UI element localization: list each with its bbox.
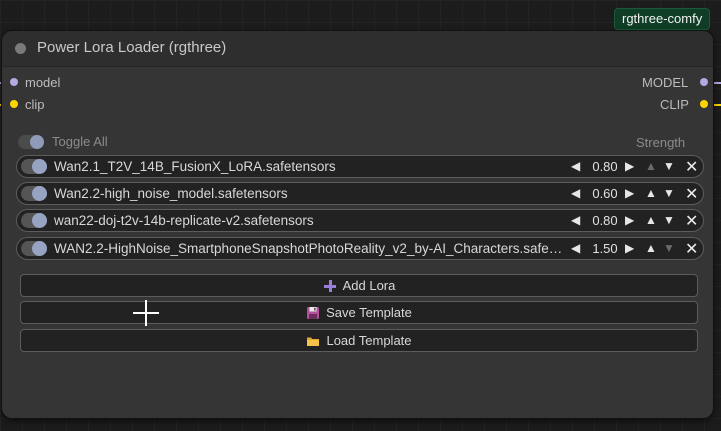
strength-value[interactable]: 0.80 — [589, 159, 621, 174]
move-down-icon[interactable]: ▼ — [663, 159, 675, 173]
lora-enable-toggle[interactable] — [21, 213, 47, 228]
lora-row[interactable]: wan22-doj-t2v-14b-replicate-v2.safetenso… — [16, 209, 704, 232]
move-up-icon[interactable]: ▲ — [645, 213, 657, 227]
crosshair-cursor-icon — [133, 300, 159, 326]
save-template-button[interactable]: Save Template — [20, 301, 698, 324]
lora-enable-toggle[interactable] — [21, 186, 47, 201]
move-down-icon[interactable]: ▼ — [663, 241, 675, 255]
lora-row[interactable]: Wan2.1_T2V_14B_FusionX_LoRA.safetensors … — [16, 155, 704, 178]
move-down-icon[interactable]: ▼ — [663, 186, 675, 200]
input-clip-dot[interactable] — [10, 100, 18, 108]
toggle-knob — [30, 135, 44, 149]
input-model-label: model — [25, 75, 61, 90]
remove-lora-icon[interactable]: ✕ — [685, 239, 698, 259]
lora-row[interactable]: Wan2.2-high_noise_model.safetensors ◀ 0.… — [16, 182, 704, 205]
lora-name[interactable]: Wan2.2-high_noise_model.safetensors — [54, 186, 566, 201]
strength-increment-icon[interactable]: ▶ — [625, 241, 634, 255]
add-lora-label: Add Lora — [342, 278, 396, 293]
output-model-label: MODEL — [642, 75, 689, 90]
power-lora-loader-node[interactable]: Power Lora Loader (rgthree) model clip M… — [2, 31, 713, 418]
floppy-disk-icon — [306, 306, 320, 320]
plus-icon — [323, 279, 337, 293]
toggle-all-label: Toggle All — [52, 134, 108, 149]
lora-name[interactable]: WAN2.2-HighNoise_SmartphoneSnapshotPhoto… — [54, 241, 566, 256]
toggle-knob — [32, 186, 47, 201]
add-lora-button[interactable]: Add Lora — [20, 274, 698, 297]
input-model-dot[interactable] — [10, 78, 18, 86]
strength-increment-icon[interactable]: ▶ — [625, 186, 634, 200]
strength-decrement-icon[interactable]: ◀ — [571, 213, 580, 227]
move-down-icon[interactable]: ▼ — [663, 213, 675, 227]
toggle-knob — [32, 213, 47, 228]
output-clip-label: CLIP — [660, 97, 689, 112]
node-badge: rgthree-comfy — [614, 8, 711, 30]
folder-icon — [306, 334, 320, 348]
node-title: Power Lora Loader (rgthree) — [37, 39, 227, 56]
move-up-icon[interactable]: ▲ — [645, 186, 657, 200]
remove-lora-icon[interactable]: ✕ — [685, 211, 698, 231]
strength-value[interactable]: 0.80 — [589, 213, 621, 228]
strength-decrement-icon[interactable]: ◀ — [571, 186, 580, 200]
remove-lora-icon[interactable]: ✕ — [685, 157, 698, 177]
collapse-dot-icon[interactable] — [15, 43, 26, 54]
toggle-all-switch[interactable] — [18, 135, 44, 149]
load-template-button[interactable]: Load Template — [20, 329, 698, 352]
strength-increment-icon[interactable]: ▶ — [625, 159, 634, 173]
toggle-knob — [32, 241, 47, 256]
load-template-label: Load Template — [326, 333, 412, 348]
node-header[interactable]: Power Lora Loader (rgthree) — [2, 31, 713, 67]
lora-name[interactable]: Wan2.1_T2V_14B_FusionX_LoRA.safetensors — [54, 159, 566, 174]
strength-increment-icon[interactable]: ▶ — [625, 213, 634, 227]
lora-enable-toggle[interactable] — [21, 241, 47, 256]
output-clip-dot[interactable] — [700, 100, 708, 108]
output-model-dot[interactable] — [700, 78, 708, 86]
lora-name[interactable]: wan22-doj-t2v-14b-replicate-v2.safetenso… — [54, 213, 566, 228]
input-clip-label: clip — [25, 97, 45, 112]
strength-decrement-icon[interactable]: ◀ — [571, 159, 580, 173]
toggle-knob — [32, 159, 47, 174]
lora-row[interactable]: WAN2.2-HighNoise_SmartphoneSnapshotPhoto… — [16, 237, 704, 260]
move-up-icon[interactable]: ▲ — [645, 159, 657, 173]
strength-decrement-icon[interactable]: ◀ — [571, 241, 580, 255]
strength-header: Strength — [636, 135, 686, 150]
strength-value[interactable]: 0.60 — [589, 186, 621, 201]
lora-enable-toggle[interactable] — [21, 159, 47, 174]
remove-lora-icon[interactable]: ✕ — [685, 184, 698, 204]
move-up-icon[interactable]: ▲ — [645, 241, 657, 255]
save-template-label: Save Template — [326, 305, 412, 320]
strength-value[interactable]: 1.50 — [589, 241, 621, 256]
